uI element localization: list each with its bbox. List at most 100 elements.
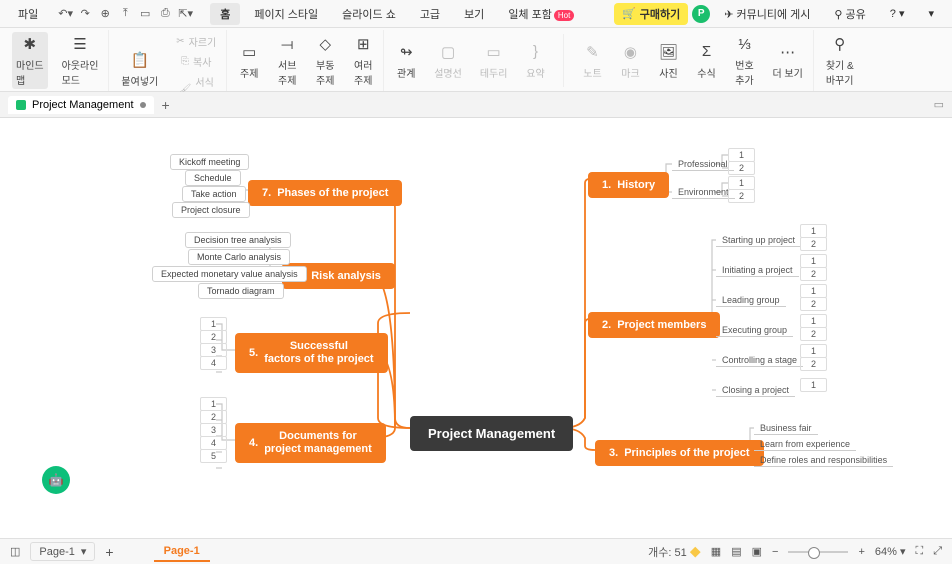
leaf-numbers[interactable]: 12 bbox=[800, 254, 827, 280]
leaf[interactable]: Learn from experience bbox=[754, 438, 856, 451]
tab-all[interactable]: 일체 포함Hot bbox=[498, 3, 584, 25]
leaf[interactable]: Initiating a project bbox=[716, 264, 799, 277]
float-icon: ◇ bbox=[315, 34, 335, 54]
leaf-numbers[interactable]: 1234 bbox=[200, 317, 227, 369]
view1-icon[interactable]: ▦ bbox=[711, 545, 721, 558]
undo-icon[interactable]: ↶▾ bbox=[58, 7, 72, 20]
open-icon[interactable]: ⤒ bbox=[118, 7, 132, 20]
leaf-numbers[interactable]: 1 bbox=[800, 378, 827, 391]
tab-pagestyle[interactable]: 페이지 스타일 bbox=[244, 3, 328, 25]
add-page-button[interactable]: + bbox=[105, 544, 113, 560]
callout-button[interactable]: ▢설명선 bbox=[430, 32, 466, 89]
export-icon[interactable]: ⇱▾ bbox=[178, 7, 192, 20]
leaf[interactable]: Monte Carlo analysis bbox=[188, 249, 290, 265]
note-button[interactable]: ✎노트 bbox=[578, 32, 606, 89]
menu-file[interactable]: 파일 bbox=[8, 3, 48, 25]
outline-mode-button[interactable]: ☰아웃라인 모드 bbox=[58, 32, 103, 89]
leaf[interactable]: Define roles and responsibilities bbox=[754, 454, 893, 467]
panel-toggle-icon[interactable]: ▭ bbox=[934, 98, 944, 111]
mark-button[interactable]: ◉마크 bbox=[616, 32, 644, 89]
branch-documents[interactable]: 4.Documents for project management bbox=[235, 423, 386, 463]
branch-principles[interactable]: 3.Principles of the project bbox=[595, 440, 764, 466]
relation-button[interactable]: ↬관계 bbox=[392, 32, 420, 89]
save-icon[interactable]: ▭ bbox=[138, 7, 152, 20]
leaf-numbers[interactable]: 12345 bbox=[200, 397, 227, 462]
page-tab[interactable]: Page-1 bbox=[154, 542, 210, 562]
tab-home[interactable]: 홈 bbox=[210, 3, 240, 25]
appmenu-icon[interactable]: ▾ bbox=[918, 4, 944, 23]
share-button[interactable]: ⚲ 공유 bbox=[824, 3, 875, 25]
number-button[interactable]: ⅓번호 추가 bbox=[730, 32, 758, 89]
help-icon[interactable]: ? ▾ bbox=[880, 4, 915, 23]
leaf[interactable]: Leading group bbox=[716, 294, 786, 307]
leaf[interactable]: Environment bbox=[672, 186, 735, 199]
tab-slideshow[interactable]: 슬라이드 쇼 bbox=[332, 3, 406, 25]
leaf[interactable]: Closing a project bbox=[716, 384, 795, 397]
count-label: 개수: 51 ◆ bbox=[648, 544, 701, 560]
mindmap-mode-button[interactable]: ✱마인드 맵 bbox=[12, 32, 48, 89]
branch-phases[interactable]: 7.Phases of the project bbox=[248, 180, 402, 206]
leaf[interactable]: Decision tree analysis bbox=[185, 232, 291, 248]
branch-members[interactable]: 2.Project members bbox=[588, 312, 720, 338]
copy-button[interactable]: ⎘복사 bbox=[172, 52, 220, 71]
leaf[interactable]: Executing group bbox=[716, 324, 793, 337]
leaf[interactable]: Kickoff meeting bbox=[170, 154, 249, 170]
leaf[interactable]: Tornado diagram bbox=[198, 283, 284, 299]
tab-view[interactable]: 보기 bbox=[454, 3, 494, 25]
new-icon[interactable]: ⊕ bbox=[98, 7, 112, 20]
view3-icon[interactable]: ▣ bbox=[752, 545, 762, 558]
zoom-level[interactable]: 64% ▾ bbox=[875, 545, 906, 558]
boundary-button[interactable]: ▭테두리 bbox=[476, 32, 512, 89]
fit-icon[interactable]: ⤢ bbox=[933, 545, 942, 558]
leaf[interactable]: Business fair bbox=[754, 422, 818, 435]
cut-button[interactable]: ✂자르기 bbox=[172, 32, 220, 51]
avatar[interactable]: P bbox=[692, 5, 710, 23]
modified-dot bbox=[140, 102, 146, 108]
community-button[interactable]: ✈ 커뮤니티에 게시 bbox=[714, 3, 820, 25]
zoom-out-button[interactable]: − bbox=[772, 546, 778, 558]
ribbon-group-clipboard: 📋붙여넣기 ✂자르기 ⎘복사 🖌서식 복사 클립 보드 bbox=[111, 30, 227, 91]
leaf[interactable]: Take action bbox=[182, 186, 246, 202]
add-tab-button[interactable]: + bbox=[162, 97, 170, 113]
formula-button[interactable]: Σ수식 bbox=[692, 32, 720, 89]
branch-successful[interactable]: 5.Successful factors of the project bbox=[235, 333, 388, 373]
more-icon: ⋯ bbox=[778, 42, 798, 62]
zoom-slider[interactable] bbox=[788, 551, 848, 553]
copy-icon: ⎘ bbox=[181, 56, 189, 67]
picture-button[interactable]: 🖼사진 bbox=[654, 32, 682, 89]
summary-button[interactable]: }요약 bbox=[521, 32, 549, 89]
branch-history[interactable]: 1.History bbox=[588, 172, 669, 198]
leaf-numbers[interactable]: 12 bbox=[800, 224, 827, 250]
canvas[interactable]: Project Management 7.Phases of the proje… bbox=[0, 118, 952, 538]
more-button[interactable]: ⋯더 보기 bbox=[768, 32, 806, 89]
callout-icon: ▢ bbox=[438, 42, 458, 62]
layout-icon[interactable]: ◫ bbox=[10, 545, 20, 558]
leaf[interactable]: Controlling a stage bbox=[716, 354, 803, 367]
find-replace-button[interactable]: ⚲찾기 & 바꾸기 bbox=[822, 32, 858, 89]
assistant-button[interactable]: 🤖 bbox=[42, 466, 70, 494]
print-icon[interactable]: ⎙ bbox=[158, 7, 172, 20]
view2-icon[interactable]: ▤ bbox=[731, 545, 741, 558]
leaf[interactable]: Schedule bbox=[185, 170, 241, 186]
leaf-numbers[interactable]: 12 bbox=[800, 314, 827, 340]
multi-topic-button[interactable]: ⊞여러 주제 bbox=[349, 32, 377, 89]
buy-button[interactable]: 🛒 구매하기 bbox=[614, 3, 688, 25]
fullscreen-icon[interactable]: ⛶ bbox=[915, 545, 923, 558]
page-dropdown[interactable]: Page-1▾ bbox=[30, 542, 95, 561]
tab-advanced[interactable]: 고급 bbox=[410, 3, 450, 25]
zoom-in-button[interactable]: + bbox=[858, 546, 864, 558]
leaf-numbers[interactable]: 12 bbox=[800, 344, 827, 370]
redo-icon[interactable]: ↷ bbox=[78, 7, 92, 20]
central-topic[interactable]: Project Management bbox=[410, 416, 573, 451]
subtopic-button[interactable]: ⟞서브 주제 bbox=[273, 32, 301, 89]
leaf-numbers[interactable]: 12 bbox=[800, 284, 827, 310]
leaf[interactable]: Project closure bbox=[172, 202, 250, 218]
leaf-numbers[interactable]: 12 bbox=[728, 176, 755, 202]
topic-button[interactable]: ▭주제 bbox=[235, 32, 263, 89]
leaf[interactable]: Professional bbox=[672, 158, 734, 171]
leaf[interactable]: Starting up project bbox=[716, 234, 801, 247]
float-topic-button[interactable]: ◇부동 주제 bbox=[311, 32, 339, 89]
doc-tab[interactable]: Project Management bbox=[8, 96, 154, 114]
leaf-numbers[interactable]: 12 bbox=[728, 148, 755, 174]
leaf[interactable]: Expected monetary value analysis bbox=[152, 266, 307, 282]
